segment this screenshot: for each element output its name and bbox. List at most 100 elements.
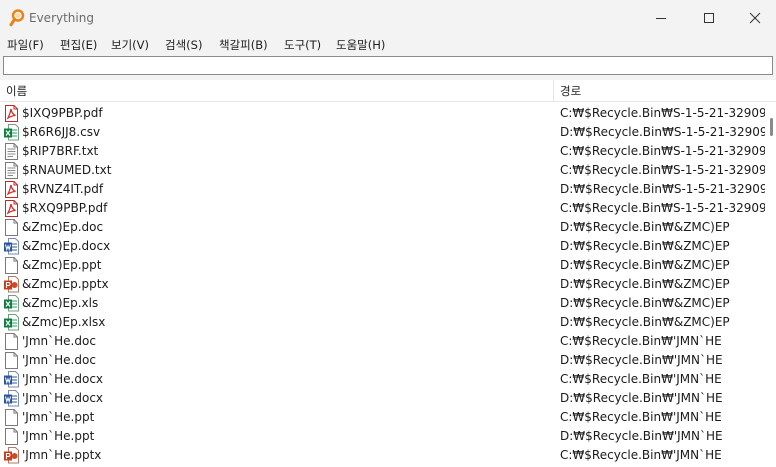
file-path: D:₩$Recycle.Bin₩S-1-5-21-3290936 xyxy=(560,125,765,139)
table-row[interactable]: 'Jmn`He.doc D:₩$Recycle.Bin₩'JMN`HE xyxy=(0,351,768,370)
table-row[interactable]: 'Jmn`He.docx C:₩$Recycle.Bin₩'JMN`HE xyxy=(0,370,768,389)
pdf-icon xyxy=(4,105,19,122)
maximize-button[interactable] xyxy=(686,0,732,36)
close-icon xyxy=(749,12,761,24)
file-name: $RVNZ4IT.pdf xyxy=(22,182,104,196)
file-name: 'Jmn`He.doc xyxy=(22,334,96,348)
blank-file-icon xyxy=(4,352,19,369)
file-name: &Zmc)Ep.docx xyxy=(22,239,111,253)
table-row[interactable]: &Zmc)Ep.docx D:₩$Recycle.Bin₩&ZMC)EP xyxy=(0,237,768,256)
menu-tools[interactable]: 도구(T) xyxy=(283,36,322,54)
results-list: 이름 경로 $IXQ9PBP.pdf C:₩$Recycle.Bin₩S-1-5-… xyxy=(0,80,776,467)
minimize-icon xyxy=(656,18,666,19)
file-name: 'Jmn`He.pptx xyxy=(22,448,102,462)
table-row[interactable]: &Zmc)Ep.doc D:₩$Recycle.Bin₩&ZMC)EP xyxy=(0,218,768,237)
file-name: &Zmc)Ep.doc xyxy=(22,220,104,234)
file-path: D:₩$Recycle.Bin₩&ZMC)EP xyxy=(560,258,730,272)
file-name: $RXQ9PBP.pdf xyxy=(22,201,108,215)
file-name: &Zmc)Ep.pptx xyxy=(22,277,109,291)
pdf-icon xyxy=(4,200,19,217)
column-header-path[interactable]: 경로 xyxy=(554,80,776,102)
excel-icon xyxy=(4,295,19,312)
menu-help[interactable]: 도움말(H) xyxy=(335,36,386,54)
file-name: $RNAUMED.txt xyxy=(22,163,112,177)
file-path: D:₩$Recycle.Bin₩'JMN`HE xyxy=(560,353,723,367)
file-name: 'Jmn`He.doc xyxy=(22,353,96,367)
file-name: 'Jmn`He.ppt xyxy=(22,410,95,424)
title-bar[interactable]: Everything xyxy=(0,0,776,36)
table-row[interactable]: 'Jmn`He.docx D:₩$Recycle.Bin₩'JMN`HE xyxy=(0,389,768,408)
file-name: &Zmc)Ep.xls xyxy=(22,296,99,310)
table-row[interactable]: $RIP7BRF.txt C:₩$Recycle.Bin₩S-1-5-21-329… xyxy=(0,142,768,161)
menu-bookmarks[interactable]: 책갈피(B) xyxy=(218,36,269,54)
table-row[interactable]: 'Jmn`He.pptx C:₩$Recycle.Bin₩'JMN`HE xyxy=(0,446,768,465)
column-header-name[interactable]: 이름 xyxy=(0,80,554,102)
file-name: 'Jmn`He.ppt xyxy=(22,429,95,443)
table-row[interactable]: $RXQ9PBP.pdf C:₩$Recycle.Bin₩S-1-5-21-329… xyxy=(0,199,768,218)
file-name: $RIP7BRF.txt xyxy=(22,144,99,158)
table-row[interactable]: 'Jmn`He.ppt C:₩$Recycle.Bin₩'JMN`HE xyxy=(0,408,768,427)
file-path: C:₩$Recycle.Bin₩'JMN`HE xyxy=(560,334,722,348)
file-path: D:₩$Recycle.Bin₩&ZMC)EP xyxy=(560,315,730,329)
table-row[interactable]: &Zmc)Ep.pptx D:₩$Recycle.Bin₩&ZMC)EP xyxy=(0,275,768,294)
blank-file-icon xyxy=(4,409,19,426)
word-icon xyxy=(4,371,19,388)
search-input[interactable] xyxy=(3,56,773,75)
file-path: C:₩$Recycle.Bin₩'JMN`HE xyxy=(560,448,722,462)
blank-file-icon xyxy=(4,219,19,236)
minimize-button[interactable] xyxy=(638,0,684,36)
maximize-icon xyxy=(704,13,714,23)
file-name: $R6R6JJ8.csv xyxy=(22,125,101,139)
file-path: C:₩$Recycle.Bin₩S-1-5-21-3290936 xyxy=(560,163,765,177)
everything-window: Everything 파일(F) 편집(E) 보기(V) 검색(S) 책갈피(B… xyxy=(0,0,776,467)
file-path: D:₩$Recycle.Bin₩'JMN`HE xyxy=(560,429,723,443)
table-row[interactable]: $RVNZ4IT.pdf D:₩$Recycle.Bin₩S-1-5-21-329… xyxy=(0,180,768,199)
blank-file-icon xyxy=(4,333,19,350)
word-icon xyxy=(4,390,19,407)
file-path: C:₩$Recycle.Bin₩S-1-5-21-3290936 xyxy=(560,106,765,120)
file-path: C:₩$Recycle.Bin₩S-1-5-21-3290936 xyxy=(560,201,765,215)
word-icon xyxy=(4,238,19,255)
menu-search[interactable]: 검색(S) xyxy=(164,36,203,54)
search-area xyxy=(0,54,776,80)
menu-bar: 파일(F) 편집(E) 보기(V) 검색(S) 책갈피(B) 도구(T) 도움말… xyxy=(0,36,776,54)
file-path: C:₩$Recycle.Bin₩'JMN`HE xyxy=(560,410,722,424)
file-name: 'Jmn`He.docx xyxy=(22,391,104,405)
table-row[interactable]: &Zmc)Ep.ppt D:₩$Recycle.Bin₩&ZMC)EP xyxy=(0,256,768,275)
excel-icon xyxy=(4,124,19,141)
file-path: D:₩$Recycle.Bin₩&ZMC)EP xyxy=(560,296,730,310)
file-name: &Zmc)Ep.xlsx xyxy=(22,315,106,329)
file-path: C:₩$Recycle.Bin₩S-1-5-21-3290936 xyxy=(560,144,765,158)
table-row[interactable]: $RNAUMED.txt C:₩$Recycle.Bin₩S-1-5-21-329… xyxy=(0,161,768,180)
file-path: D:₩$Recycle.Bin₩S-1-5-21-3290936 xyxy=(560,182,765,196)
table-row[interactable]: 'Jmn`He.ppt D:₩$Recycle.Bin₩'JMN`HE xyxy=(0,427,768,446)
table-row[interactable]: $IXQ9PBP.pdf C:₩$Recycle.Bin₩S-1-5-21-329… xyxy=(0,104,768,123)
file-path: D:₩$Recycle.Bin₩'JMN`HE xyxy=(560,391,723,405)
magnifier-app-icon xyxy=(9,9,25,27)
text-file-icon xyxy=(4,143,19,160)
vertical-scrollbar[interactable] xyxy=(768,102,776,467)
blank-file-icon xyxy=(4,257,19,274)
blank-file-icon xyxy=(4,428,19,445)
file-name: $IXQ9PBP.pdf xyxy=(22,106,103,120)
pdf-icon xyxy=(4,181,19,198)
file-path: C:₩$Recycle.Bin₩'JMN`HE xyxy=(560,372,722,386)
file-path: D:₩$Recycle.Bin₩&ZMC)EP xyxy=(560,220,730,234)
menu-edit[interactable]: 편집(E) xyxy=(59,36,98,54)
powerpoint-icon xyxy=(4,276,19,293)
file-path: D:₩$Recycle.Bin₩&ZMC)EP xyxy=(560,239,730,253)
powerpoint-icon xyxy=(4,447,19,464)
menu-view[interactable]: 보기(V) xyxy=(110,36,150,54)
table-row[interactable]: &Zmc)Ep.xls D:₩$Recycle.Bin₩&ZMC)EP xyxy=(0,294,768,313)
result-rows: $IXQ9PBP.pdf C:₩$Recycle.Bin₩S-1-5-21-329… xyxy=(0,104,768,467)
table-row[interactable]: &Zmc)Ep.xlsx D:₩$Recycle.Bin₩&ZMC)EP xyxy=(0,313,768,332)
text-file-icon xyxy=(4,162,19,179)
table-row[interactable]: $R6R6JJ8.csv D:₩$Recycle.Bin₩S-1-5-21-329… xyxy=(0,123,768,142)
file-name: 'Jmn`He.docx xyxy=(22,372,104,386)
file-path: D:₩$Recycle.Bin₩&ZMC)EP xyxy=(560,277,730,291)
scrollbar-thumb[interactable] xyxy=(770,118,773,136)
menu-file[interactable]: 파일(F) xyxy=(6,36,45,54)
close-button[interactable] xyxy=(732,0,776,36)
window-title: Everything xyxy=(29,11,94,25)
table-row[interactable]: 'Jmn`He.doc C:₩$Recycle.Bin₩'JMN`HE xyxy=(0,332,768,351)
